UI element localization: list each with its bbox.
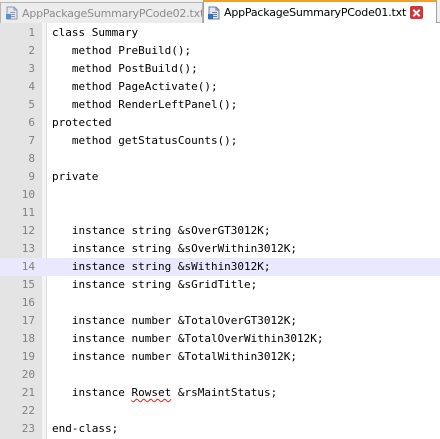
code-line: 8 (0, 150, 440, 168)
code-text[interactable]: end-class; (52, 420, 118, 438)
code-line: 18 instance number &TotalOverWithin3012K… (0, 330, 440, 348)
code-text[interactable]: method PreBuild(); (52, 42, 191, 60)
line-number: 2 (28, 44, 35, 57)
code-text[interactable]: private (52, 168, 98, 186)
line-number: 19 (21, 350, 35, 363)
code-text[interactable]: method PageActivate(); (52, 78, 218, 96)
code-text[interactable]: protected (52, 114, 112, 132)
line-number: 7 (28, 134, 35, 147)
line-number: 22 (21, 404, 35, 417)
code-text[interactable]: method getStatusCounts(); (52, 132, 238, 150)
line-number: 13 (21, 242, 35, 255)
line-number: 17 (21, 314, 35, 327)
spellcheck-flagged-word[interactable]: Rowset (131, 386, 171, 399)
line-number: 16 (21, 296, 35, 309)
code-line: 1 class Summary (0, 24, 440, 42)
tab-apppackagesummarypcode02[interactable]: AppPackageSummaryPCode02.txt (0, 2, 203, 23)
code-text[interactable]: instance Rowset &rsMaintStatus; (52, 384, 277, 402)
code-line: 19 instance number &TotalWithin3012K; (0, 348, 440, 366)
code-text[interactable]: instance number &TotalWithin3012K; (52, 348, 297, 366)
code-line: 4 method PageActivate(); (0, 78, 440, 96)
code-text[interactable]: instance string &sOverGT3012K; (52, 222, 271, 240)
tab-bar: AppPackageSummaryPCode02.txt AppPackageS… (0, 0, 440, 23)
line-number: 8 (28, 152, 35, 165)
line-number: 20 (21, 368, 35, 381)
code-line: 23 end-class; (0, 420, 440, 438)
line-number: 18 (21, 332, 35, 345)
line-number: 23 (21, 422, 35, 435)
line-number: 5 (28, 98, 35, 111)
line-number: 9 (28, 170, 35, 183)
code-line: 17 instance number &TotalOverGT3012K; (0, 312, 440, 330)
line-number: 15 (21, 278, 35, 291)
code-line: 11 (0, 204, 440, 222)
code-text[interactable]: instance string &sOverWithin3012K; (52, 240, 297, 258)
code-text[interactable]: instance string &sWithin3012K; (52, 258, 271, 276)
code-line: 22 (0, 402, 440, 420)
line-number: 11 (21, 206, 35, 219)
code-lines: 1 class Summary 2 method PreBuild(); 3 me… (0, 24, 440, 438)
tab-label: AppPackageSummaryPCode01.txt (224, 6, 407, 19)
code-text-suffix: &rsMaintStatus; (171, 386, 278, 399)
code-line: 6 protected (0, 114, 440, 132)
tab-label: AppPackageSummaryPCode02.txt (22, 6, 203, 20)
line-number: 1 (28, 26, 35, 39)
file-icon (6, 6, 18, 20)
code-text[interactable]: instance string &sGridTitle; (52, 276, 257, 294)
line-number: 3 (28, 62, 35, 75)
code-text[interactable]: method RenderLeftPanel(); (52, 96, 238, 114)
code-line: 21 instance Rowset &rsMaintStatus; (0, 384, 440, 402)
code-line: 10 (0, 186, 440, 204)
code-text[interactable]: instance number &TotalOverGT3012K; (52, 312, 297, 330)
code-line: 9 private (0, 168, 440, 186)
line-number: 14 (21, 260, 35, 273)
code-text-prefix: instance (52, 386, 132, 399)
code-line: 7 method getStatusCounts(); (0, 132, 440, 150)
code-editor[interactable]: 1 class Summary 2 method PreBuild(); 3 me… (0, 23, 440, 439)
code-line: 5 method RenderLeftPanel(); (0, 96, 440, 114)
line-number: 10 (21, 188, 35, 201)
code-line: 3 method PostBuild(); (0, 60, 440, 78)
line-number: 6 (28, 116, 35, 129)
code-line: 20 (0, 366, 440, 384)
code-text[interactable]: instance number &TotalOverWithin3012K; (52, 330, 324, 348)
code-line: 16 (0, 294, 440, 312)
code-text[interactable]: class Summary (52, 24, 138, 42)
line-number: 12 (21, 224, 35, 237)
line-number: 4 (28, 80, 35, 93)
code-line: 2 method PreBuild(); (0, 42, 440, 60)
code-line: 15 instance string &sGridTitle; (0, 276, 440, 294)
close-icon[interactable] (410, 6, 424, 19)
tab-apppackagesummarypcode01[interactable]: AppPackageSummaryPCode01.txt (203, 0, 437, 23)
code-line: 13 instance string &sOverWithin3012K; (0, 240, 440, 258)
line-number: 21 (21, 386, 35, 399)
file-icon (208, 6, 220, 19)
code-line: 12 instance string &sOverGT3012K; (0, 222, 440, 240)
code-text[interactable]: method PostBuild(); (52, 60, 198, 78)
current-code-line: 14 instance string &sWithin3012K; (0, 258, 440, 276)
